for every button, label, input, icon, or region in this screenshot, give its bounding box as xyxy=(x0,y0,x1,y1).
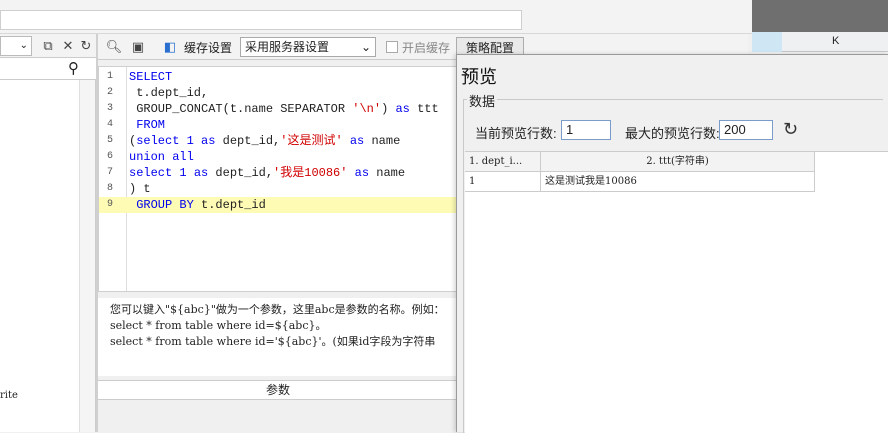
line-number: 8 xyxy=(107,183,114,194)
code-text: SELECT xyxy=(129,70,173,84)
refresh-icon[interactable]: ↻ xyxy=(76,36,96,56)
line-number: 4 xyxy=(107,119,114,130)
left-scrollbar[interactable] xyxy=(79,80,95,432)
line-number: 3 xyxy=(107,103,114,114)
code-text: GROUP_CONCAT(t.name SEPARATOR '\n') as t… xyxy=(129,102,439,116)
code-text: select 1 as dept_id,'我是10086' as name xyxy=(129,166,406,180)
cache-icon[interactable]: ◧ xyxy=(160,37,180,57)
dataset-tree-panel xyxy=(0,80,96,432)
code-line[interactable]: 1 SELECT xyxy=(99,69,457,85)
line-number: 1 xyxy=(107,71,114,82)
chevron-down-icon: ⌄ xyxy=(360,40,371,54)
search-icon[interactable]: ⚲ xyxy=(68,59,79,77)
code-text: GROUP BY t.dept_id xyxy=(136,198,266,212)
params-table-header: 参数 xyxy=(98,380,458,400)
dialog-title: 预览 xyxy=(461,67,497,87)
line-number: 7 xyxy=(107,167,114,178)
max-rows-label: 最大的预览行数: xyxy=(625,126,720,141)
line-number: 2 xyxy=(107,87,114,98)
cache-setting-label: 缓存设置 xyxy=(184,41,233,55)
cache-setting-value: 采用服务器设置 xyxy=(245,40,330,54)
background-window-titlebar xyxy=(752,0,888,32)
column-header-dept-id[interactable]: 1. dept_i... xyxy=(465,152,541,172)
close-icon[interactable]: ✕ xyxy=(58,36,78,56)
code-text: t.dept_id, xyxy=(129,86,209,100)
code-text: (select 1 as dept_id,'这是测试' as name xyxy=(129,134,401,148)
code-line[interactable]: 5 (select 1 as dept_id,'这是测试' as name xyxy=(99,133,457,149)
enable-cache-label: 开启缓存 xyxy=(402,41,451,55)
table-cell[interactable]: 1 xyxy=(465,172,541,192)
preview-dialog: 预览 数据 当前预览行数: 1 最大的预览行数: 200 ↻ 1. dept_i… xyxy=(456,54,888,433)
code-text: FROM xyxy=(136,118,166,132)
code-line[interactable]: 8 ) t xyxy=(99,181,457,197)
code-line[interactable]: 4 FROM xyxy=(99,117,457,133)
current-rows-input[interactable]: 1 xyxy=(561,120,611,140)
left-dropdown[interactable]: ⌄ xyxy=(0,36,32,56)
top-address-input[interactable] xyxy=(0,10,522,30)
current-rows-label: 当前预览行数: xyxy=(475,126,557,141)
image-icon[interactable]: ⧉ xyxy=(38,36,58,56)
left-search-bar[interactable]: ⚲ xyxy=(0,58,96,80)
cache-setting-select[interactable]: 采用服务器设置 ⌄ xyxy=(240,37,376,57)
refresh-icon[interactable]: ↻ xyxy=(783,119,798,140)
code-text: ) t xyxy=(129,182,151,196)
line-number: 6 xyxy=(107,151,114,162)
code-line[interactable]: 7 select 1 as dept_id,'我是10086' as name xyxy=(99,165,457,181)
sql-editor[interactable]: 1 SELECT 2 t.dept_id, 3 GROUP_CONCAT(t.name… xyxy=(98,66,458,292)
parameter-tip: 您可以键入"${abc}"做为一个参数，这里abc是参数的名称。例如： selec… xyxy=(98,298,458,376)
column-header-ttt[interactable]: 2. ttt(字符串) xyxy=(541,152,815,172)
background-grid-header: K xyxy=(752,32,888,52)
preview-table: 1. dept_i... 2. ttt(字符串) 1 这是测试我是10086 xyxy=(465,151,888,433)
column-k-header[interactable]: K xyxy=(832,35,839,47)
save-icon[interactable]: ▣ xyxy=(128,37,148,57)
enable-cache-checkbox[interactable] xyxy=(386,41,398,53)
code-line[interactable]: 2 t.dept_id, xyxy=(99,85,457,101)
selected-cell[interactable] xyxy=(752,32,782,52)
data-group-label: 数据 xyxy=(467,91,498,110)
code-line[interactable]: 3 GROUP_CONCAT(t.name SEPARATOR '\n') as… xyxy=(99,101,457,117)
line-number: 9 xyxy=(107,199,114,210)
left-toolbar: ⌄ ⧉ ✕ ↻ xyxy=(0,34,96,58)
tip-line-1: 您可以键入"${abc}"做为一个参数，这里abc是参数的名称。例如： xyxy=(110,303,445,316)
preview-icon[interactable]: 🔍︎ xyxy=(104,37,124,57)
params-table-body xyxy=(98,400,458,432)
tip-line-3: select * from table where id='${abc}'。(如… xyxy=(110,335,436,348)
code-line[interactable]: 9 GROUP BY t.dept_id xyxy=(99,197,457,213)
line-number: 5 xyxy=(107,135,114,146)
left-truncated-text: rite xyxy=(0,390,18,401)
code-line[interactable]: 6 union all xyxy=(99,149,457,165)
tip-line-2: select * from table where id=${abc}。 xyxy=(110,319,327,332)
max-rows-input[interactable]: 200 xyxy=(719,120,773,140)
table-cell[interactable]: 这是测试我是10086 xyxy=(541,172,815,192)
code-text: union all xyxy=(129,150,194,164)
